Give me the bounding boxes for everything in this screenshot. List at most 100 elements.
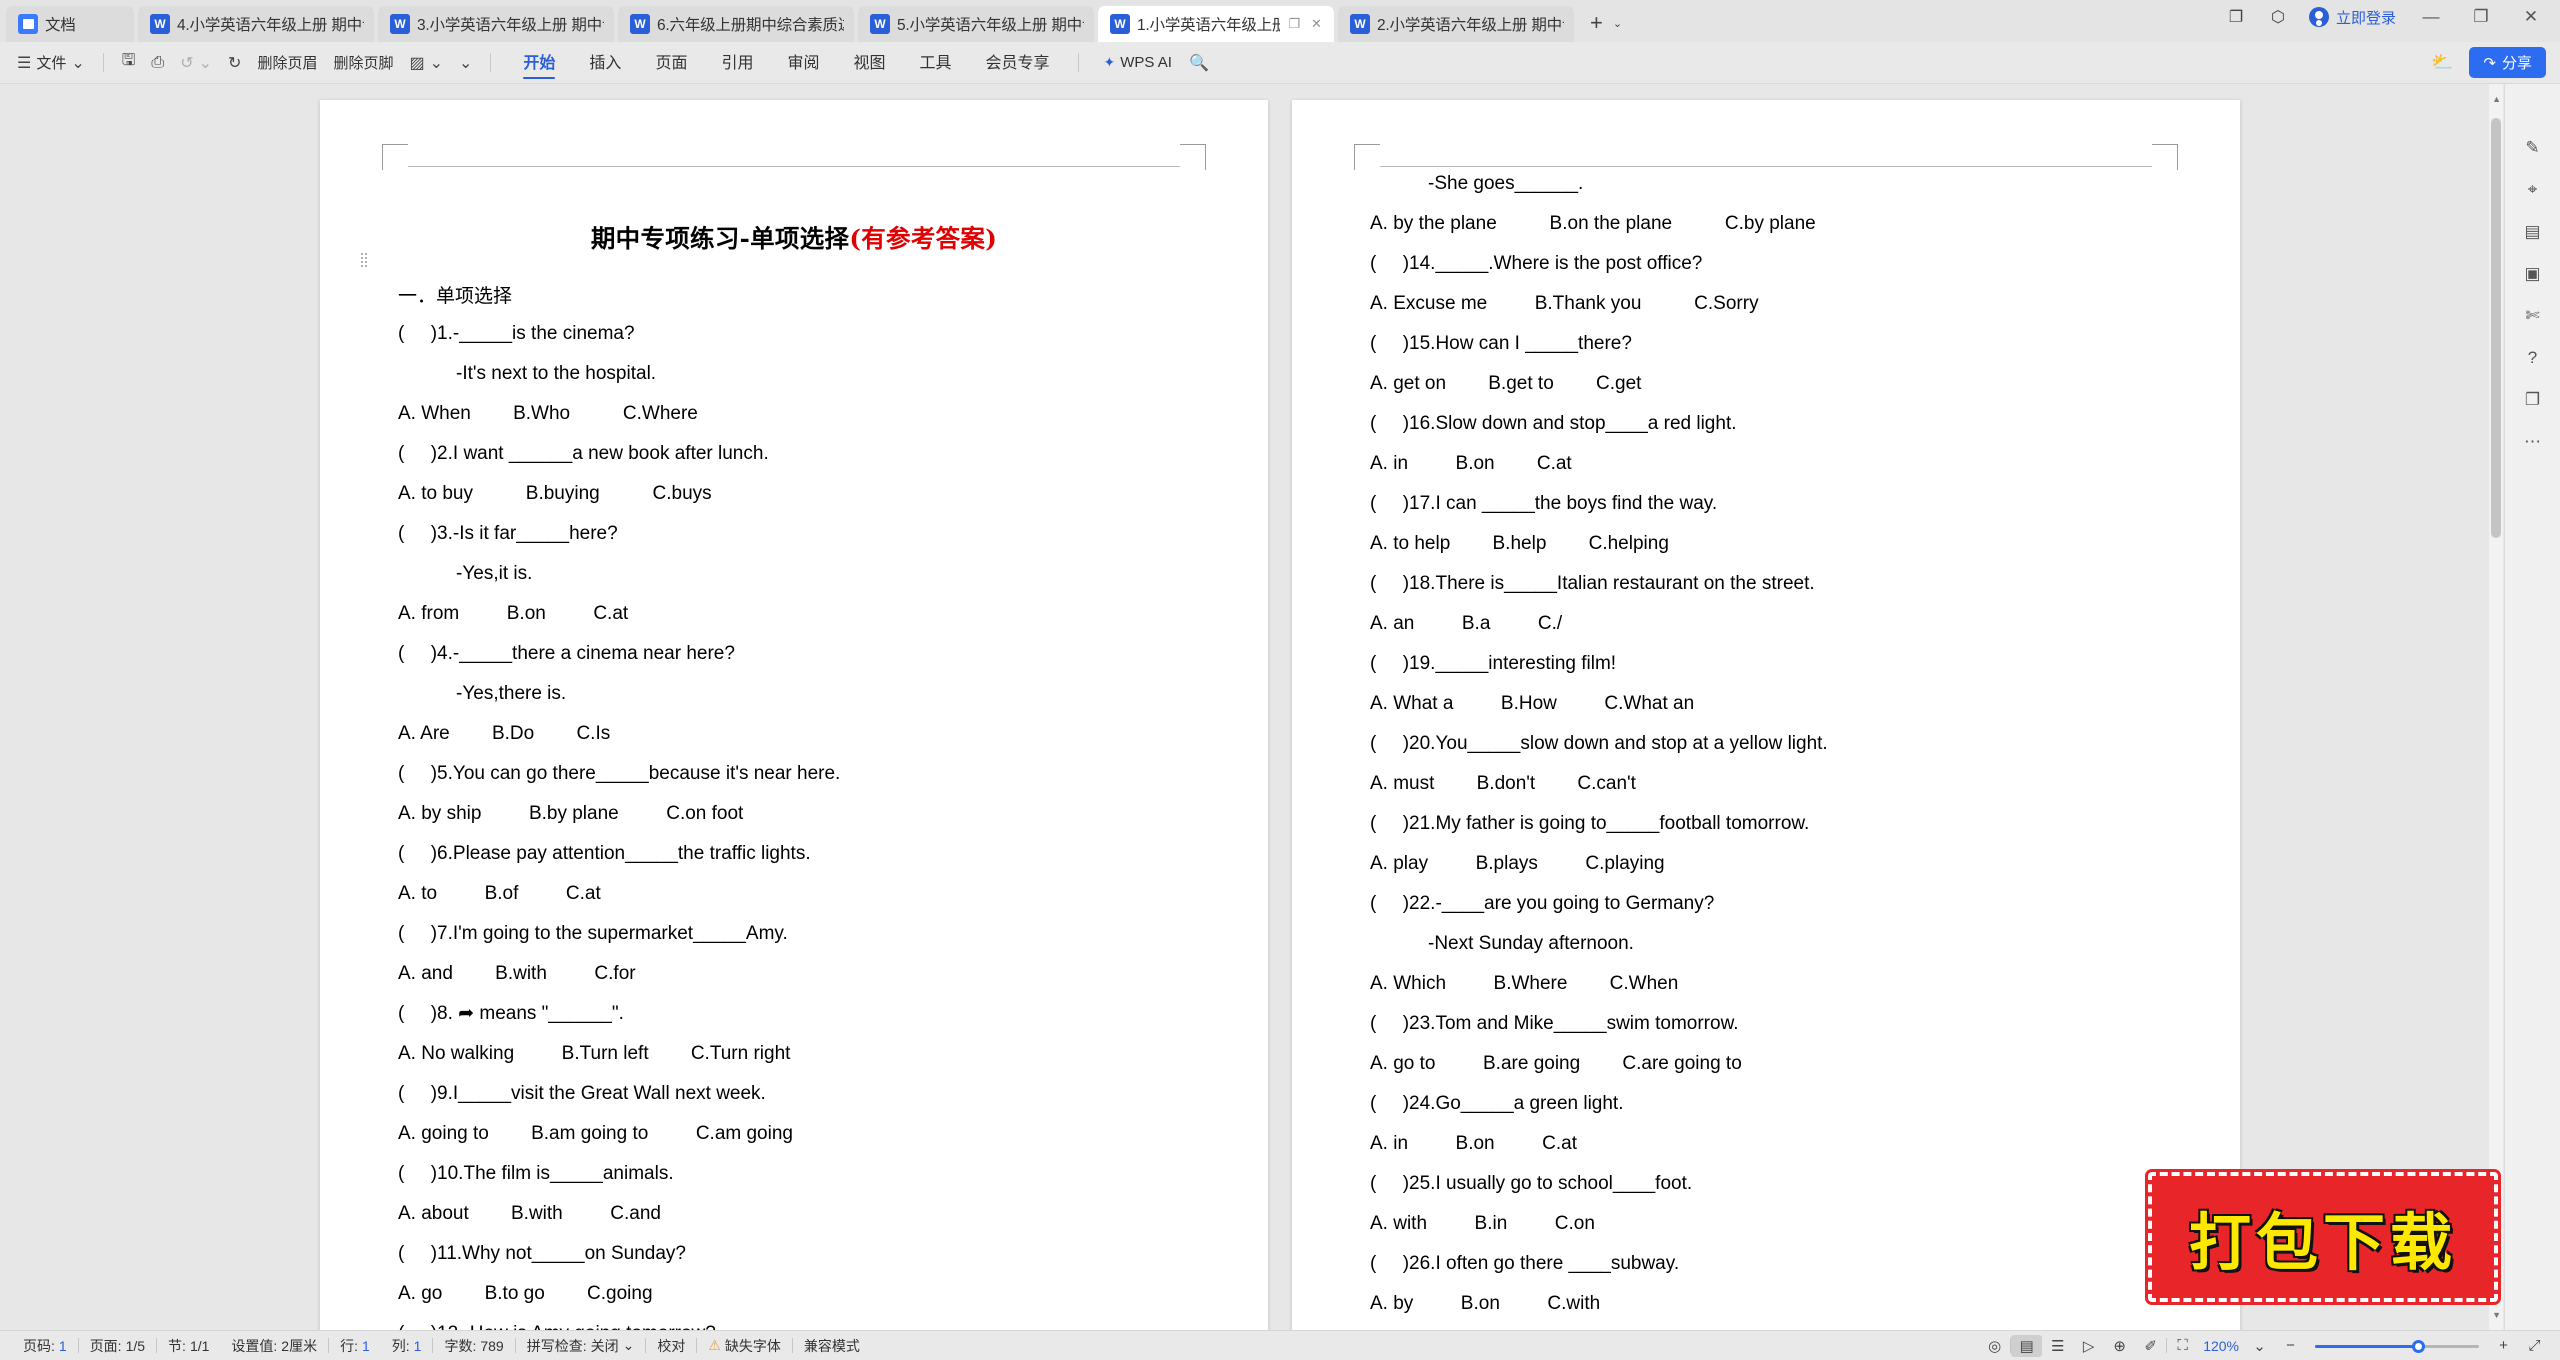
chevron-down-icon[interactable]: ⌄ [623,1337,635,1354]
file-menu-button[interactable]: ☰ 文件 ⌄ [10,49,92,76]
status-col[interactable]: 列: 1 [381,1336,433,1356]
chevron-down-icon[interactable]: ⌄ [2244,1335,2275,1357]
scroll-up-icon[interactable]: ▲ [2492,94,2501,104]
pen-tool-icon[interactable]: ✎ [2525,138,2539,158]
status-row[interactable]: 行: 1 [329,1336,381,1356]
share-button[interactable]: ↷ 分享 [2469,47,2546,78]
scrollbar-thumb[interactable] [2491,118,2501,538]
ribbon-tab-page[interactable]: 页面 [638,45,704,80]
vertical-scrollbar[interactable]: ▲ ▼ [2489,84,2503,1330]
zoom-slider-knob[interactable] [2411,1339,2425,1353]
divider [1077,53,1079,72]
page-left[interactable]: 期中专项练习-单项选择(有参考答案) 一．单项选择 ( )1.-_____is … [320,100,1268,1330]
maximize-button[interactable]: ❐ [2466,7,2496,27]
quiz-line: ( )17.I can _____the boys find the way. [1370,493,1718,514]
toolbar: ☰ 文件 ⌄ 🖫 ⎙ ↺ ⌄ ↻ 删除页眉 删除页脚 ▨ ⌄ ⌄ 开始 插入 页面… [0,42,2560,84]
outline-view-icon[interactable]: ☰ [2042,1335,2073,1357]
ribbon-tab-start[interactable]: 开始 [506,45,572,80]
divider [102,53,104,72]
page-view-icon[interactable]: ▤ [2011,1334,2043,1357]
web-view-icon[interactable]: ⊕ [2104,1335,2135,1357]
status-word-count[interactable]: 字数: 789 [433,1336,514,1356]
fullscreen-icon[interactable]: ⤢ [2519,1335,2550,1357]
delete-header-button[interactable]: 删除页眉 [250,49,324,76]
help-icon[interactable]: ? [2528,348,2537,368]
scissors-icon[interactable]: ✄ [2525,306,2539,326]
quiz-line: A. going to B.am going to C.am going [398,1123,793,1144]
cloud-upload-icon[interactable]: ⛅ [2431,52,2453,73]
ribbon-tab-review[interactable]: 审阅 [770,45,836,80]
close-button[interactable]: ✕ [2516,7,2546,27]
presentation-icon[interactable]: ▷ [2073,1335,2104,1357]
quiz-line: ( )22.-____are you going to Germany? [1370,893,1715,914]
image-icon[interactable]: ▣ [2524,264,2540,284]
share-label: 分享 [2501,55,2532,72]
status-compat-mode[interactable]: 兼容模式 [793,1336,871,1356]
search-button[interactable]: 🔍 [1182,50,1216,76]
paragraph-grip-handle[interactable] [360,252,369,268]
new-tab-button[interactable]: + [1590,12,1603,34]
zoom-in-button[interactable]: + [2488,1335,2519,1357]
save-button[interactable]: 🖫 [115,46,143,79]
minimize-button[interactable]: — [2416,7,2446,27]
tab-close-icon[interactable]: ✕ [1309,16,1324,32]
undo-button[interactable]: ↺ ⌄ [173,50,219,76]
quiz-line: A. with B.in C.on [1370,1213,1595,1234]
status-page[interactable]: 页面: 1/5 [79,1336,156,1356]
ribbon-tab-view[interactable]: 视图 [836,45,902,80]
focus-icon[interactable]: ⛶ [2167,1335,2198,1357]
quiz-line: ( )10.The film is_____animals. [398,1163,674,1184]
ribbon-tab-insert[interactable]: 插入 [572,45,638,80]
word-icon: W [150,14,170,34]
status-missing-font[interactable]: ⚠ 缺失字体 [697,1336,792,1356]
wps-ai-button[interactable]: ✦ WPS AI [1096,51,1180,74]
status-section-value: 1/1 [189,1337,210,1354]
tab-restore-icon[interactable]: ❐ [1287,16,1302,32]
scroll-down-icon[interactable]: ▼ [2492,1310,2501,1320]
tab-0[interactable]: W 4.小学英语六年级上册 期中专项复习 [138,6,374,42]
quiz-line: A. go B.to go C.going [398,1283,653,1304]
status-setting[interactable]: 设置值: 2厘米 [220,1336,328,1356]
layers-icon[interactable]: ❐ [2525,390,2540,410]
quiz-line: ( )16.Slow down and stop____a red light. [1370,413,1737,434]
zoom-slider[interactable] [2315,1339,2479,1353]
status-section[interactable]: 节: 1/1 [157,1336,220,1356]
home-tab[interactable]: 文档 [6,6,134,42]
delete-footer-button[interactable]: 删除页脚 [326,49,400,76]
status-spellcheck[interactable]: 拼写检查: 关闭 ⌄ [516,1336,646,1356]
download-watermark-badge[interactable]: 打包下载 [2148,1172,2498,1302]
copy-window-icon[interactable]: ❐ [2225,6,2247,28]
print-button[interactable]: ⎙ [144,51,171,75]
home-tab-label: 文档 [45,17,76,34]
ribbon-tab-tools[interactable]: 工具 [903,45,969,80]
zoom-level-value[interactable]: 120% [2198,1338,2244,1354]
page-right[interactable]: -She goes______. A. by the plane B.on th… [1292,100,2240,1330]
redo-button[interactable]: ↻ [221,50,248,76]
tab-2[interactable]: W 6.六年级上册期中综合素质达标（含答 [618,6,854,42]
status-proofread-button[interactable]: 校对 [646,1336,696,1356]
cursor-select-icon[interactable]: ⌖ [2528,180,2538,200]
tab-1[interactable]: W 3.小学英语六年级上册 期中专项复习 [378,6,614,42]
status-page-number[interactable]: 页码: 1 [12,1336,78,1356]
quiz-line: ( )5.You can go there_____because it's n… [398,763,841,784]
format-brush-button[interactable]: ▨ ⌄ [402,50,450,76]
zoom-slider-fill [2315,1344,2419,1348]
document-workspace[interactable]: 期中专项练习-单项选择(有参考答案) 一．单项选择 ( )1.-_____is … [0,84,2560,1330]
tab-5[interactable]: W 2.小学英语六年级上册 期中专项复习 [1338,6,1574,42]
login-button[interactable]: 立即登录 [2308,7,2396,28]
cube-icon[interactable]: ⬡ [2267,6,2289,28]
zoom-out-button[interactable]: − [2275,1335,2306,1357]
eye-icon[interactable]: ◎ [1979,1335,2010,1357]
chevron-down-icon[interactable]: ⌄ [1613,17,1622,30]
word-icon: W [390,14,410,34]
tab-3[interactable]: W 5.小学英语六年级上册 期中专项复习 [858,6,1094,42]
quiz-line: ( )1.-_____is the cinema? [398,323,635,344]
ribbon-tab-member[interactable]: 会员专享 [969,45,1067,80]
tab-4-active[interactable]: W 1.小学英语六年级上册 期中专 ❐ ✕ [1098,6,1334,42]
ribbon-tab-reference[interactable]: 引用 [704,45,770,80]
template-icon[interactable]: ▤ [2524,222,2540,242]
toolbar-overflow-button[interactable]: ⌄ [452,50,479,76]
pen-icon[interactable]: ✐ [2135,1335,2166,1357]
status-page-value: 1/5 [125,1337,146,1354]
more-options-icon[interactable]: ⋯ [2524,432,2541,452]
